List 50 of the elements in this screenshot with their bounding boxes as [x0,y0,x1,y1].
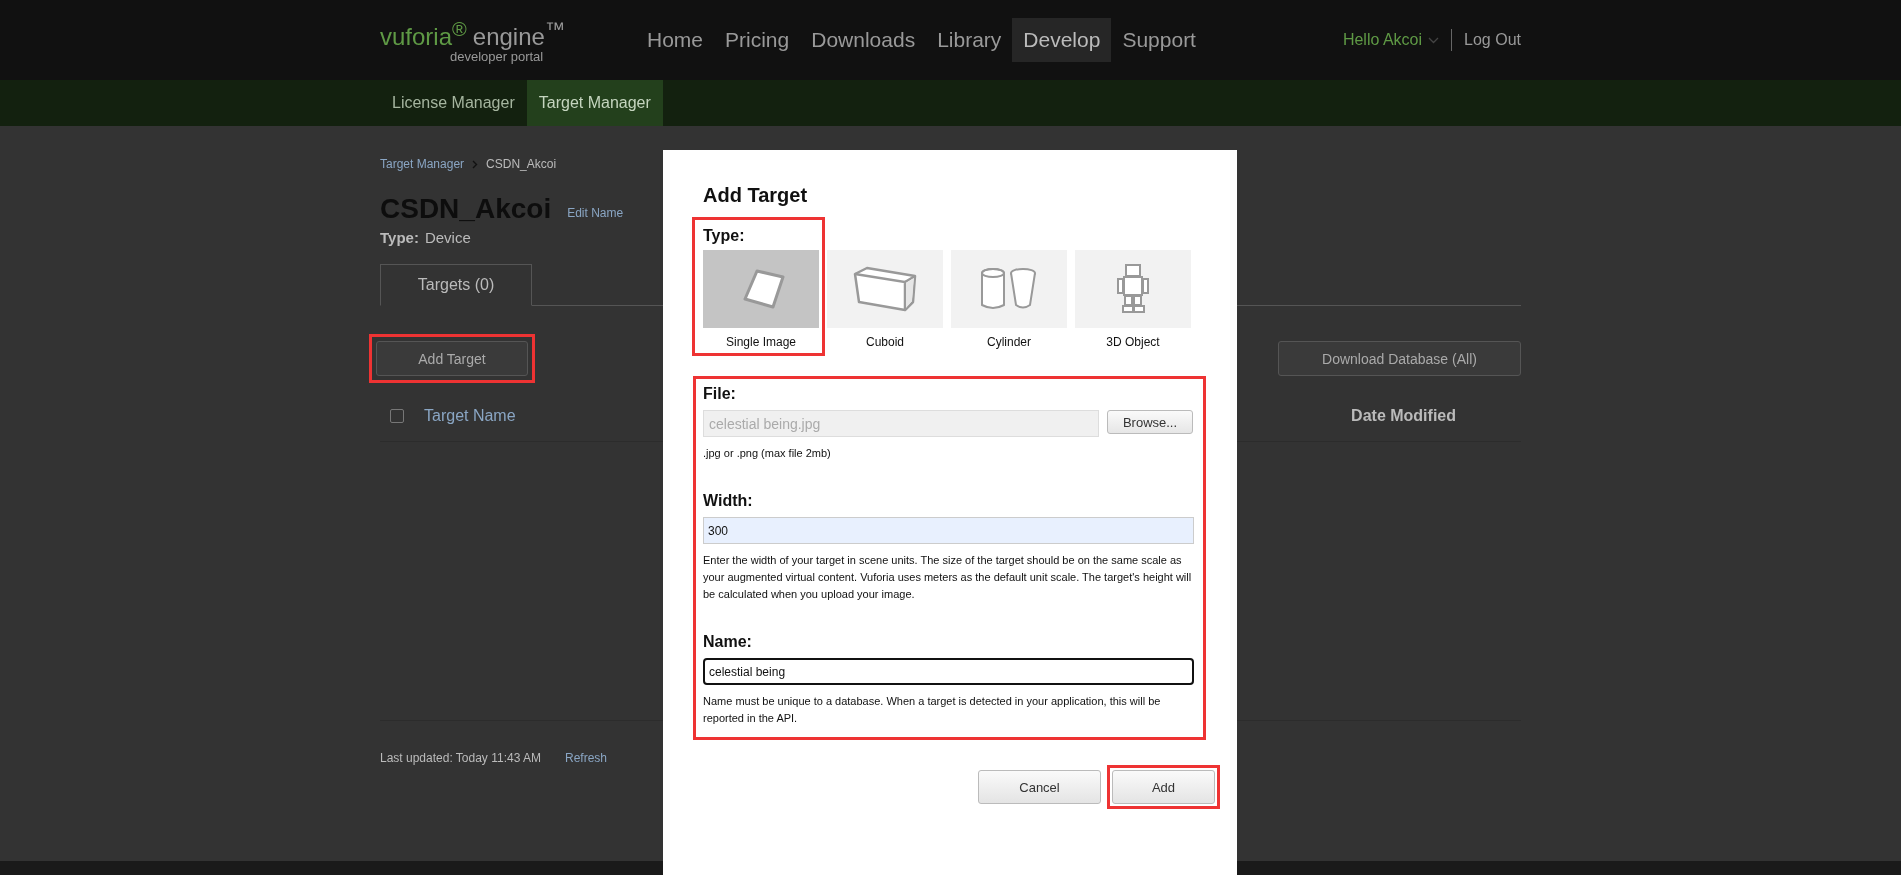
input-field[interactable]: 300 [703,517,1194,544]
user-menu[interactable]: Hello Akcoi [1342,31,1423,49]
download-database-button[interactable]: Download Database (All) [1278,341,1521,376]
dialog-title: Add Target [703,184,809,207]
target-type-tile[interactable] [827,250,943,328]
nav-link[interactable]: Home [636,18,715,62]
type-label: Type: [703,227,746,245]
tile-label: 3D Object [1106,335,1160,349]
box-icon [851,264,919,314]
robot-figure-icon [1115,263,1151,315]
field-label: File: [703,385,737,403]
subnav-link[interactable]: Target Manager [526,80,663,126]
target-type-tile[interactable] [1075,250,1191,328]
field-label: Name: [703,633,753,651]
target-type-tile[interactable] [703,250,819,328]
input-field[interactable]: celestial being [703,658,1194,685]
column-header[interactable]: Target Name [424,407,516,425]
tile-label: Single Image [725,335,796,349]
breadcrumb-current: CSDN_Akcoi [486,157,557,171]
field-label: Width: [703,492,754,510]
checkbox[interactable] [390,409,404,423]
hint-text: .jpg or .png (max file 2mb) [703,446,832,461]
column-header: Date Modified [1351,407,1456,425]
nav-link[interactable]: Downloads [800,18,927,62]
nav-link[interactable]: Pricing [714,18,801,62]
type-label: Type: [380,229,419,246]
edit-name-link[interactable]: Edit Name [567,206,624,220]
target-type-tile[interactable] [951,250,1067,328]
add-button[interactable]: Add [1112,770,1215,804]
nav-link[interactable]: Support [1111,18,1207,62]
subnav-link[interactable]: License Manager [380,80,527,126]
hint-text: Enter the width of your target in scene units. The size of the target should be on the same scale as your augmented virtual content. Vuforia uses meters as the default unit scale. The target's height will be calculated when you upload your image. [703,553,1193,602]
tile-label: Cylinder [987,335,1031,349]
refresh-link[interactable]: Refresh [565,751,608,765]
tile-label: Cuboid [866,335,904,349]
type-value: Device [424,229,471,246]
breadcrumb-link[interactable]: Target Manager [380,157,465,171]
logout-link[interactable]: Log Out [1464,31,1521,49]
add-target-button[interactable]: Add Target [376,341,528,376]
nav-link[interactable]: Library [926,18,1013,62]
logo-text[interactable]: engine$^{™}$ [472,16,565,49]
tab[interactable]: Targets (0) [380,264,532,306]
chevron-down-icon [1428,36,1440,44]
hint-text: Name must be unique to a database. When a target is detected in your application, this will be reported in the API. [703,694,1162,726]
cancel-button[interactable]: Cancel [978,770,1101,804]
logo-text[interactable]: vuforia$^{®}$ [380,16,467,49]
browse-button[interactable]: Browse... [1107,410,1193,434]
nav-link[interactable]: Develop [1012,18,1112,62]
chevron-right-icon [472,159,479,169]
last-updated-text: Last updated: Today 11:43 AM [380,751,541,765]
